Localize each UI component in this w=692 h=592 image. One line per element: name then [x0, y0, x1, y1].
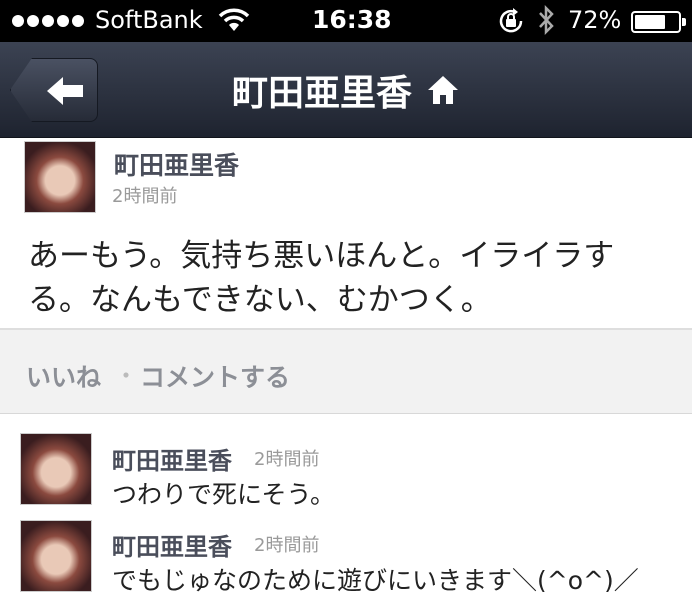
- status-bar: SoftBank 16:38 72%: [0, 0, 692, 42]
- clock: 16:38: [312, 5, 392, 34]
- comment-author[interactable]: 町田亜里香: [112, 441, 232, 476]
- post-author-name[interactable]: 町田亜里香: [114, 146, 239, 182]
- avatar[interactable]: [20, 520, 92, 592]
- bluetooth-icon: [537, 4, 555, 41]
- nav-bar: 町田亜里香: [0, 42, 692, 138]
- battery-percent: 72%: [568, 6, 622, 34]
- comments-list: 町田亜里香 2時間前 つわりで死にそう。 町田亜里香 2時間前 でもじゅなのため…: [0, 415, 692, 592]
- comment-timestamp: 2時間前: [254, 535, 320, 556]
- avatar[interactable]: [20, 433, 92, 505]
- wifi-icon: [218, 7, 250, 39]
- carrier-name: SoftBank: [95, 6, 203, 34]
- home-icon[interactable]: [426, 73, 460, 107]
- post-body-text: あーもう。気持ち悪いほんと。イライラする。なんもできない、むかつく。: [28, 238, 615, 318]
- post-author-avatar[interactable]: [24, 141, 96, 213]
- separator: ・: [114, 362, 138, 390]
- comment-text: つわりで死にそう。: [112, 480, 336, 509]
- comment-button[interactable]: コメントする: [140, 358, 290, 394]
- page-title: 町田亜里香: [231, 73, 412, 114]
- comment-timestamp: 2時間前: [254, 449, 320, 470]
- battery-icon: [631, 11, 686, 33]
- like-button[interactable]: いいね: [26, 358, 101, 394]
- signal-dots-icon: [12, 15, 84, 27]
- rotation-lock-icon: [497, 7, 525, 41]
- comment-author[interactable]: 町田亜里香: [112, 527, 232, 562]
- comment-text: でもじゅなのために遊びにいきます＼(^o^)／: [112, 566, 639, 592]
- post-timestamp: 2時間前: [112, 186, 178, 207]
- post-actions-bar: いいね ・ コメントする: [0, 330, 692, 414]
